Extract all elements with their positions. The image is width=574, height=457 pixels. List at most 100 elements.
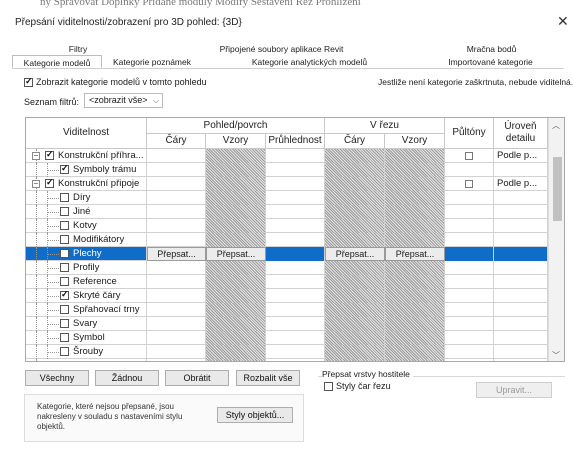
cut-patterns-cell[interactable] [385,359,445,361]
projection-lines-cell[interactable] [147,205,206,219]
cut-lines-cell[interactable] [325,163,385,177]
table-row[interactable]: Reference [26,275,548,289]
detail-level-cell[interactable]: Podle p... [494,359,548,361]
tab-point-clouds[interactable]: Mračna bodů [419,43,564,55]
table-row[interactable]: Šrouby [26,345,548,359]
cut-lines-cell[interactable] [325,233,385,247]
close-icon[interactable]: ✕ [557,14,569,28]
cut-lines-cell[interactable] [325,331,385,345]
visibility-checkbox[interactable]: ✓ [46,359,54,361]
cut-patterns-cell[interactable] [385,317,445,331]
cut-patterns-cell[interactable] [385,219,445,233]
cut-line-styles-option[interactable]: Styly čar řezu [324,381,391,391]
projection-lines-cell[interactable] [147,317,206,331]
tab-filters[interactable]: Filtry [12,43,144,55]
halftone-cell[interactable] [445,359,494,361]
cut-lines-cell[interactable] [325,149,385,163]
detail-level-cell[interactable] [494,261,548,275]
projection-patterns-cell[interactable] [206,205,266,219]
table-row[interactable]: ✓ Podle p... [26,359,548,361]
invert-button[interactable]: Obrátit [165,370,229,386]
projection-lines-cell[interactable] [147,149,206,163]
projection-patterns-cell[interactable] [206,233,266,247]
collapse-icon[interactable]: − [32,180,40,188]
detail-level-cell[interactable] [494,303,548,317]
transparency-cell[interactable] [266,163,325,177]
projection-patterns-cell[interactable] [206,303,266,317]
visibility-checkbox[interactable] [60,221,69,230]
cut-lines-cell[interactable] [325,191,385,205]
visibility-checkbox[interactable] [60,249,69,258]
halftone-cell[interactable] [445,219,494,233]
transparency-cell[interactable] [266,149,325,163]
transparency-cell[interactable] [266,359,325,361]
cut-lines-cell[interactable] [325,219,385,233]
halftone-cell[interactable] [445,345,494,359]
visibility-checkbox[interactable] [60,347,69,356]
detail-level-cell[interactable] [494,247,548,261]
tab-model-categories[interactable]: Kategorie modelů [12,55,102,68]
halftone-cell[interactable] [445,261,494,275]
projection-patterns-cell[interactable] [206,219,266,233]
detail-level-cell[interactable] [494,345,548,359]
projection-lines-cell[interactable] [147,177,206,191]
projection-lines-cell[interactable] [147,359,206,361]
transparency-cell[interactable] [266,331,325,345]
table-row[interactable]: Spřahovací trny [26,303,548,317]
halftone-cell[interactable] [445,149,494,163]
tab-analytical-categories[interactable]: Kategorie analytických modelů [202,55,417,68]
expand-all-button[interactable]: Rozbalit vše [236,370,300,386]
object-styles-button[interactable]: Styly objektů... [217,407,293,423]
projection-lines-cell[interactable] [147,219,206,233]
cut-lines-cell[interactable] [325,261,385,275]
cut-lines-cell[interactable] [325,275,385,289]
detail-level-cell[interactable] [494,219,548,233]
projection-lines-cell[interactable] [147,331,206,345]
visibility-checkbox[interactable] [60,319,69,328]
table-row[interactable]: Díry [26,191,548,205]
projection-lines-cell[interactable] [147,289,206,303]
cut-patterns-cell[interactable] [385,289,445,303]
projection-lines-cell[interactable] [147,261,206,275]
cut-patterns-cell[interactable] [385,345,445,359]
detail-level-cell[interactable] [494,233,548,247]
transparency-cell[interactable] [266,289,325,303]
table-row[interactable]: ✓ Skryté čáry [26,289,548,303]
table-row[interactable]: Svary [26,317,548,331]
halftone-cell[interactable] [445,303,494,317]
projection-lines-cell[interactable] [147,163,206,177]
detail-level-cell[interactable] [494,275,548,289]
halftone-cell[interactable] [445,163,494,177]
table-row[interactable]: − ✓ Konstrukční připoje Podle p... [26,177,548,191]
cut-lines-cell[interactable] [325,289,385,303]
halftone-cell[interactable] [445,177,494,191]
transparency-cell[interactable] [266,233,325,247]
projection-patterns-cell[interactable] [206,289,266,303]
cut-lines-cell[interactable] [325,303,385,317]
cut-patterns-cell[interactable] [385,275,445,289]
transparency-cell[interactable] [266,303,325,317]
cut-lines-cell[interactable] [325,177,385,191]
grid-scrollbar[interactable]: ︿ ﹀ [548,118,564,361]
halftone-cell[interactable] [445,331,494,345]
tab-revit-links[interactable]: Připojené soubory aplikace Revit [144,43,419,55]
scroll-up-icon[interactable]: ︿ [552,120,560,131]
halftone-cell[interactable] [445,191,494,205]
table-row[interactable]: ✓ Symboly trámu [26,163,548,177]
visibility-checkbox[interactable] [60,305,69,314]
visibility-checkbox[interactable]: ✓ [60,289,69,300]
cut-patterns-cell[interactable] [385,191,445,205]
halftone-cell[interactable] [445,289,494,303]
detail-level-cell[interactable] [494,163,548,177]
edit-button[interactable]: Upravit... [476,382,552,398]
detail-level-cell[interactable]: Podle p... [494,149,548,163]
cut-lines-cell[interactable] [325,317,385,331]
scrollbar-thumb[interactable] [553,157,562,221]
visibility-checkbox[interactable] [60,235,69,244]
transparency-cell[interactable] [266,317,325,331]
detail-level-cell[interactable] [494,317,548,331]
halftone-cell[interactable] [445,275,494,289]
detail-level-cell[interactable] [494,191,548,205]
override-button[interactable]: Přepsat... [325,247,385,261]
projection-patterns-cell[interactable] [206,191,266,205]
